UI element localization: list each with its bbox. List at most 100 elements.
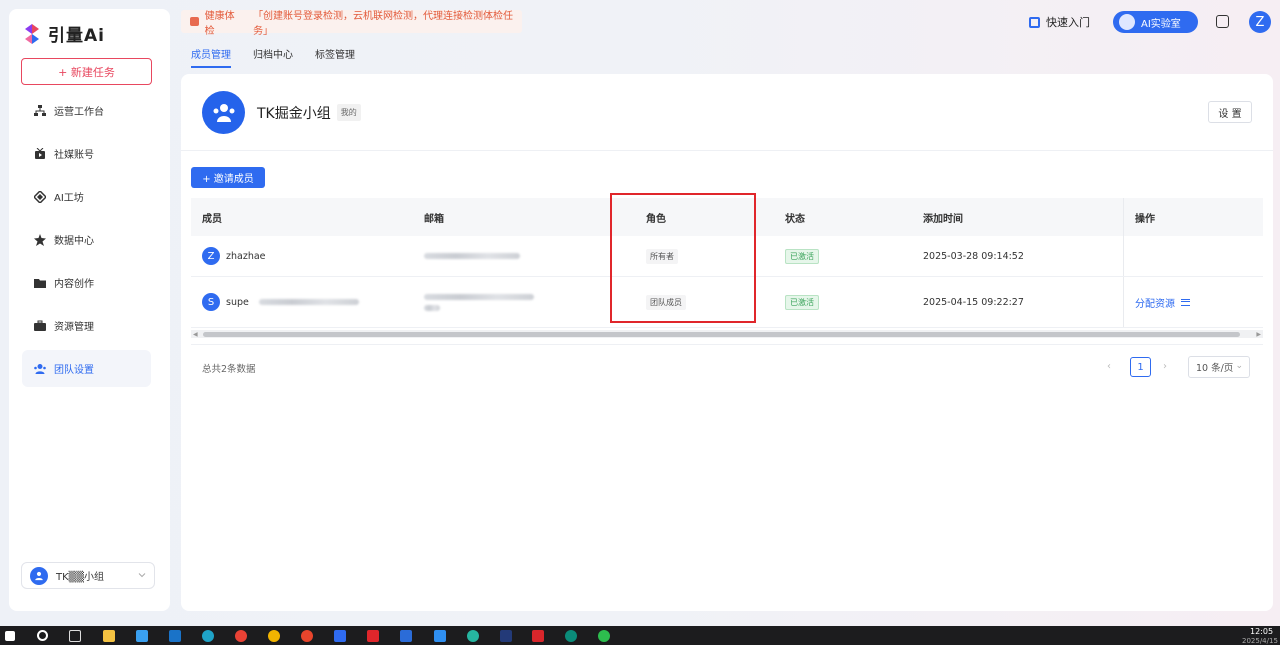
sidebar-item-ai-workshop[interactable]: AI工坊 xyxy=(22,178,151,215)
page-size-select[interactable]: 10 条/页 ⌄ xyxy=(1188,356,1250,378)
video-icon xyxy=(34,147,46,160)
column-header-member: 成员 xyxy=(202,213,222,225)
clock-time: 12:05 xyxy=(1250,627,1274,636)
chrome-icon[interactable] xyxy=(268,630,280,642)
sidebar-item-social-accounts[interactable]: 社媒账号 xyxy=(22,135,151,172)
chevron-down-icon xyxy=(138,571,146,579)
sidebar-item-data-center[interactable]: 数据中心 xyxy=(22,221,151,258)
member-avatar: Z xyxy=(202,247,220,265)
current-page[interactable]: 1 xyxy=(1130,357,1151,377)
scroll-left-icon[interactable]: ◀ xyxy=(193,331,198,338)
team-avatar-small xyxy=(30,566,48,585)
assign-resources-label: 分配资源 xyxy=(1135,298,1175,310)
health-check-banner[interactable]: 健康体检 「创建账号登录检测，云机联网检测，代理连接检测体检任务」 xyxy=(181,10,522,37)
sidebar-item-label: 运营工作台 xyxy=(54,107,104,118)
edge-icon[interactable] xyxy=(202,630,214,642)
team-switcher[interactable]: TK▒▒小组 xyxy=(21,562,155,589)
tab-archive-center[interactable]: 归档中心 xyxy=(253,46,293,68)
briefcase-icon xyxy=(34,320,46,332)
ai-lab-button[interactable]: AI实验室 xyxy=(1113,11,1198,33)
chrome-icon[interactable] xyxy=(235,630,247,642)
column-header-email: 邮箱 xyxy=(424,213,444,225)
app-icon[interactable] xyxy=(334,630,346,642)
health-icon xyxy=(190,17,199,26)
email-cell-redacted xyxy=(424,251,520,262)
store-icon[interactable] xyxy=(136,630,148,642)
quick-entry-label: 快速入门 xyxy=(1046,16,1090,29)
pdf-icon[interactable] xyxy=(532,630,544,642)
diamond-icon xyxy=(34,190,46,203)
quick-entry-link[interactable]: 快速入门 xyxy=(1029,14,1090,30)
menu-icon xyxy=(1181,298,1190,306)
folder-icon xyxy=(34,277,46,289)
member-name: zhazhae xyxy=(226,250,266,262)
star-burst-icon xyxy=(34,233,46,246)
sidebar-item-operations[interactable]: 运营工作台 xyxy=(22,92,151,129)
app-icon[interactable] xyxy=(500,630,512,642)
sidebar-item-resource-management[interactable]: 资源管理 xyxy=(22,307,151,344)
sidebar-nav: 运营工作台 社媒账号 AI工坊 数据中心 内容创作 资源管理 团队设置 xyxy=(22,92,151,393)
app-logo[interactable]: 引量Ai xyxy=(23,21,105,46)
app-icon[interactable] xyxy=(400,630,412,642)
app-icon[interactable] xyxy=(565,630,577,642)
os-taskbar: 12:05 2025/4/15 xyxy=(0,626,1280,645)
sidebar-item-content-creation[interactable]: 内容创作 xyxy=(22,264,151,301)
team-settings-button[interactable]: 设 置 xyxy=(1208,101,1252,123)
sidebar-item-label: AI工坊 xyxy=(54,193,84,204)
column-header-status: 状态 xyxy=(785,213,805,225)
status-badge: 已激活 xyxy=(785,294,819,310)
horizontal-scrollbar[interactable]: ◀ ▶ xyxy=(191,330,1263,338)
sidebar-item-team-settings[interactable]: 团队设置 xyxy=(22,350,151,387)
mine-tag: 我的 xyxy=(336,104,361,121)
app-icon[interactable] xyxy=(301,630,313,642)
status-badge: 已激活 xyxy=(785,248,819,264)
divider xyxy=(181,150,1273,151)
wechat-icon[interactable] xyxy=(598,630,610,642)
email-cell-redacted xyxy=(424,293,534,311)
column-separator xyxy=(1123,236,1124,276)
sidebar: 引量Ai + 新建任务 运营工作台 社媒账号 AI工坊 数据中心 内容创作 资源… xyxy=(9,9,170,611)
search-icon[interactable] xyxy=(37,630,48,641)
team-name: TK掘金小组 xyxy=(257,105,331,122)
added-time-cell: 2025-04-15 09:22:27 xyxy=(923,296,1024,308)
pagination-bar: 总共2条数据 ‹ 1 › 10 条/页 ⌄ xyxy=(191,344,1263,388)
scrollbar-thumb[interactable] xyxy=(203,331,1240,337)
tab-member-management[interactable]: 成员管理 xyxy=(191,46,231,68)
book-icon xyxy=(1029,16,1040,28)
app-icon[interactable] xyxy=(434,630,446,642)
outlook-icon[interactable] xyxy=(169,630,181,642)
member-avatar: S xyxy=(202,293,220,311)
logo-icon xyxy=(23,23,41,45)
org-chart-icon xyxy=(34,104,46,117)
status-cell: 已激活 xyxy=(785,294,819,310)
file-explorer-icon[interactable] xyxy=(103,630,115,642)
column-separator xyxy=(1123,277,1124,327)
member-name: supe xyxy=(226,296,249,308)
ai-lab-label: AI实验室 xyxy=(1141,18,1181,30)
app-icon[interactable] xyxy=(467,630,479,642)
sidebar-item-label: 团队设置 xyxy=(54,365,94,376)
health-title: 健康体检 xyxy=(204,10,235,37)
assign-resources-link[interactable]: 分配资源 xyxy=(1135,295,1190,310)
logo-text: 引量Ai xyxy=(48,26,105,46)
windows-start-icon[interactable] xyxy=(5,631,15,641)
team-switch-label: TK▒▒小组 xyxy=(56,572,105,583)
tab-tag-management[interactable]: 标签管理 xyxy=(315,46,355,68)
user-avatar[interactable]: Z xyxy=(1249,11,1271,33)
screen-icon[interactable] xyxy=(1216,15,1229,28)
new-task-button[interactable]: + 新建任务 xyxy=(21,58,152,85)
team-avatar xyxy=(202,91,245,134)
prev-page-icon[interactable]: ‹ xyxy=(1107,361,1111,372)
task-view-icon[interactable] xyxy=(69,630,81,642)
sidebar-item-label: 数据中心 xyxy=(54,236,94,247)
highlight-box xyxy=(610,193,756,323)
wps-icon[interactable] xyxy=(367,630,379,642)
health-message: 「创建账号登录检测，云机联网检测，代理连接检测体检任务」 xyxy=(253,10,514,37)
scroll-right-icon[interactable]: ▶ xyxy=(1256,331,1261,338)
next-page-icon[interactable]: › xyxy=(1163,361,1167,372)
robot-icon xyxy=(1119,14,1135,30)
tab-bar: 成员管理 归档中心 标签管理 xyxy=(191,46,377,68)
team-icon xyxy=(34,363,46,375)
member-cell: Z zhazhae xyxy=(202,247,266,265)
invite-member-button[interactable]: + 邀请成员 xyxy=(191,167,265,188)
